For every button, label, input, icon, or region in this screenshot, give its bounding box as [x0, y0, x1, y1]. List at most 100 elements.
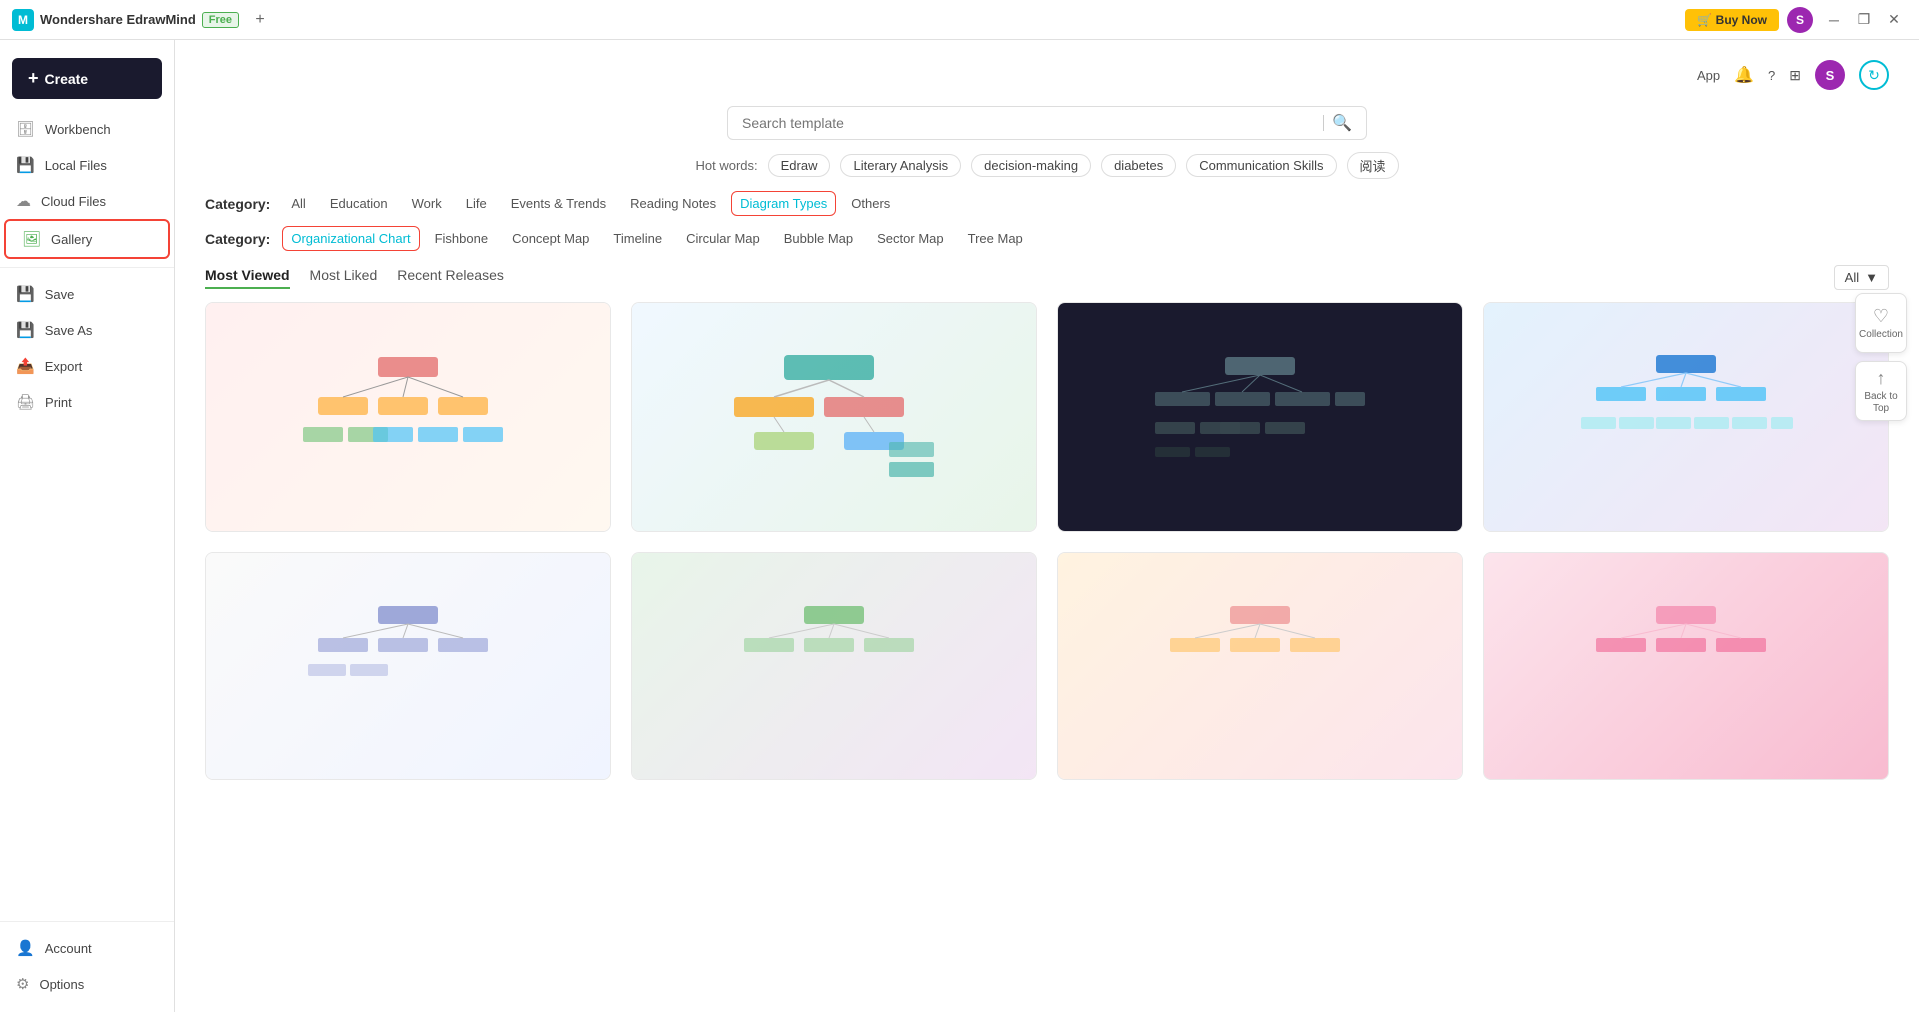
sidebar-item-account[interactable]: 👤 Account	[0, 930, 174, 966]
sidebar-item-options[interactable]: ⚙ Options	[0, 966, 174, 1002]
cat1-others[interactable]: Others	[842, 191, 899, 216]
main-topbar: App 🔔 ? ⊞ S ↻	[205, 60, 1889, 90]
app-body: + Create 🗄 Workbench 💾 Local Files ☁ Clo…	[0, 40, 1919, 1012]
cat1-education[interactable]: Education	[321, 191, 397, 216]
sidebar-item-label-account: Account	[45, 941, 92, 956]
create-label: Create	[45, 71, 89, 87]
table-row[interactable]	[631, 552, 1037, 780]
diagram-svg-3	[1150, 347, 1370, 487]
table-row[interactable]	[1057, 552, 1463, 780]
card-body-8	[1484, 779, 1888, 780]
topbar-user-avatar[interactable]: S	[1815, 60, 1845, 90]
cat2-sector[interactable]: Sector Map	[868, 226, 952, 251]
up-arrow-icon: ↑	[1877, 368, 1886, 389]
app-icon[interactable]: App	[1697, 68, 1720, 83]
sidebar-item-cloud-files[interactable]: ☁ Cloud Files	[0, 183, 174, 219]
topbar-icons: App 🔔 ? ⊞ S ↻	[1697, 60, 1889, 90]
buy-now-button[interactable]: 🛒 Buy Now	[1685, 9, 1779, 31]
collection-button[interactable]: ♡ Collection	[1855, 293, 1907, 353]
filter-select[interactable]: All ▼	[1834, 265, 1889, 290]
table-row[interactable]	[1483, 552, 1889, 780]
logo-icon: M	[12, 9, 34, 31]
cat1-work[interactable]: Work	[403, 191, 451, 216]
card-thumbnail-5	[206, 553, 610, 779]
hotwords-row: Hot words: Edraw Literary Analysis decis…	[205, 152, 1889, 179]
minimize-button[interactable]: ─	[1821, 7, 1847, 33]
cat1-life[interactable]: Life	[457, 191, 496, 216]
hotword-communication[interactable]: Communication Skills	[1186, 154, 1336, 177]
card-thumbnail-6	[632, 553, 1036, 779]
sidebar-item-label-cloud: Cloud Files	[41, 194, 106, 209]
sidebar-item-local-files[interactable]: 💾 Local Files	[0, 147, 174, 183]
cat2-circular[interactable]: Circular Map	[677, 226, 769, 251]
table-row[interactable]: Company Structure 👁 677 ♡ 7 F Fiona_ ♦	[1483, 302, 1889, 532]
bell-icon[interactable]: 🔔	[1734, 65, 1754, 85]
card-thumbnail-7	[1058, 553, 1462, 779]
sidebar-item-label-options: Options	[39, 977, 84, 992]
app-logo: M Wondershare EdrawMind Free	[12, 9, 239, 31]
hotword-literary[interactable]: Literary Analysis	[840, 154, 961, 177]
sidebar-item-label-gallery: Gallery	[51, 232, 92, 247]
card-thumbnail-2	[632, 303, 1036, 531]
create-button[interactable]: + Create	[12, 58, 162, 99]
cat2-concept[interactable]: Concept Map	[503, 226, 598, 251]
cat2-bubble[interactable]: Bubble Map	[775, 226, 862, 251]
sidebar-item-gallery[interactable]: 🖼 Gallery	[4, 219, 170, 259]
hotword-reading[interactable]: 阅读	[1347, 152, 1399, 179]
card-thumbnail-8	[1484, 553, 1888, 779]
card-thumbnail-4	[1484, 303, 1888, 531]
cat2-fishbone[interactable]: Fishbone	[426, 226, 497, 251]
back-to-top-label: Back to Top	[1856, 391, 1906, 415]
cat2-org-chart[interactable]: Organizational Chart	[282, 226, 419, 251]
sidebar-item-save-as[interactable]: 💾 Save As	[0, 312, 174, 348]
category-label-2: Category:	[205, 231, 270, 247]
cat2-tree[interactable]: Tree Map	[959, 226, 1032, 251]
cloud-files-icon: ☁	[16, 192, 31, 210]
diagram-svg-4	[1576, 347, 1796, 487]
filter-label: All	[1845, 270, 1859, 285]
sidebar-item-label-export: Export	[45, 359, 83, 374]
add-tab-button[interactable]: +	[249, 9, 271, 31]
hotword-decision[interactable]: decision-making	[971, 154, 1091, 177]
category-row-1: Category: All Education Work Life Events…	[205, 191, 1889, 216]
tabs-left: Most Viewed Most Liked Recent Releases	[205, 267, 504, 289]
plus-icon: +	[28, 68, 39, 89]
back-to-top-button[interactable]: ↑ Back to Top	[1855, 361, 1907, 421]
help-icon[interactable]: ?	[1768, 68, 1775, 83]
cat1-events[interactable]: Events & Trends	[502, 191, 615, 216]
sidebar-item-workbench[interactable]: 🗄 Workbench	[0, 111, 174, 147]
refresh-button[interactable]: ↻	[1859, 60, 1889, 90]
table-row[interactable]	[205, 552, 611, 780]
table-row[interactable]: Biosphere Concept Map 👁 793 ♡ 3 F Fiona_…	[1057, 302, 1463, 532]
sidebar-item-print[interactable]: 🖨 Print	[0, 384, 174, 420]
diagram-svg-5	[298, 596, 518, 736]
search-input[interactable]	[742, 115, 1315, 131]
sidebar-divider-2	[0, 921, 174, 922]
cat1-reading[interactable]: Reading Notes	[621, 191, 725, 216]
tab-most-viewed[interactable]: Most Viewed	[205, 267, 290, 289]
save-as-icon: 💾	[16, 321, 35, 339]
user-avatar[interactable]: S	[1787, 7, 1813, 33]
tab-most-liked[interactable]: Most Liked	[310, 267, 378, 289]
hotword-diabetes[interactable]: diabetes	[1101, 154, 1176, 177]
local-files-icon: 💾	[16, 156, 35, 174]
search-icon[interactable]: 🔍	[1332, 113, 1352, 133]
grid-icon[interactable]: ⊞	[1789, 67, 1801, 84]
table-row[interactable]: Organizational Behavior Types Mind Map 👁…	[631, 302, 1037, 532]
maximize-button[interactable]: ❐	[1851, 7, 1877, 33]
titlebar-right: 🛒 Buy Now S ─ ❐ ✕	[1685, 7, 1907, 33]
sidebar-bottom: 👤 Account ⚙ Options	[0, 913, 174, 1002]
cat1-all[interactable]: All	[282, 191, 314, 216]
sidebar-item-save[interactable]: 💾 Save	[0, 276, 174, 312]
sidebar-item-export[interactable]: 📤 Export	[0, 348, 174, 384]
cat2-timeline[interactable]: Timeline	[604, 226, 671, 251]
tab-recent-releases[interactable]: Recent Releases	[397, 267, 504, 289]
hotword-edraw[interactable]: Edraw	[768, 154, 831, 177]
search-container: 🔍	[205, 106, 1889, 140]
card-body-6	[632, 779, 1036, 780]
export-icon: 📤	[16, 357, 35, 375]
table-row[interactable]: Master Advisory Team 👁 1.1k ♡ 10 ↗ 8 B B…	[205, 302, 611, 532]
cat1-diagram-types[interactable]: Diagram Types	[731, 191, 836, 216]
hotwords-label: Hot words:	[695, 158, 757, 173]
close-button[interactable]: ✕	[1881, 7, 1907, 33]
